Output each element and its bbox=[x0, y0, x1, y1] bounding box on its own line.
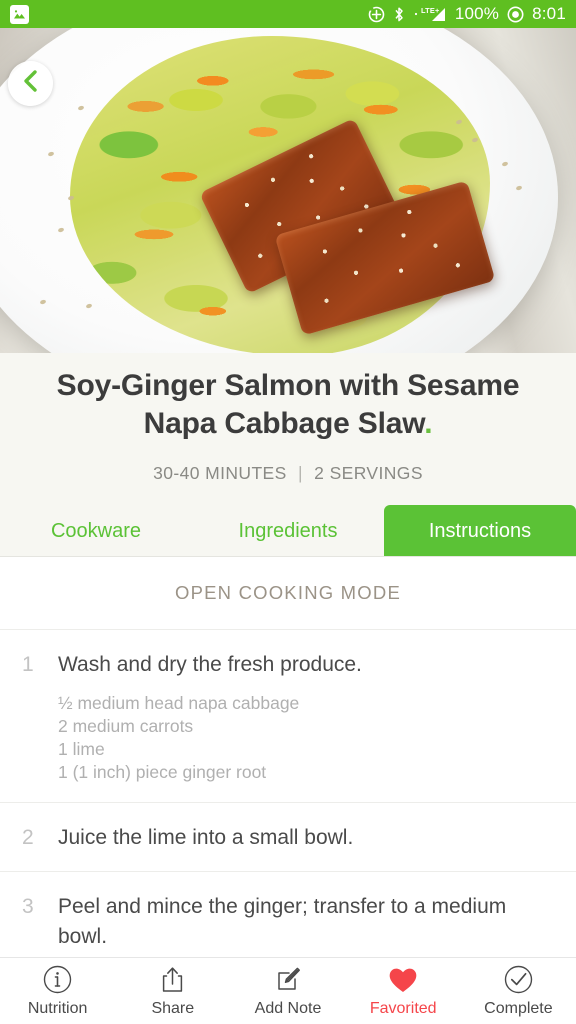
page-title: Soy-Ginger Salmon with Sesame Napa Cabba… bbox=[0, 367, 576, 443]
lte-signal-icon: LTE+ bbox=[413, 5, 447, 23]
tab-cookware[interactable]: Cookware bbox=[0, 505, 192, 557]
page-title-dot: . bbox=[424, 407, 433, 440]
tab-instructions[interactable]: Instructions bbox=[384, 505, 576, 557]
instruction-step[interactable]: 3 Peel and mince the ginger; transfer to… bbox=[0, 872, 576, 957]
nutrition-button[interactable]: Nutrition bbox=[0, 965, 115, 1018]
favorite-button[interactable]: Favorited bbox=[346, 965, 461, 1018]
back-button[interactable] bbox=[8, 61, 53, 106]
instruction-step[interactable]: 1 Wash and dry the fresh produce. ½ medi… bbox=[0, 630, 576, 803]
open-cooking-mode-button[interactable]: OPEN COOKING MODE bbox=[0, 557, 576, 630]
nutrition-label: Nutrition bbox=[27, 999, 88, 1017]
bottom-action-bar: Nutrition Share Add Note Favorited Compl bbox=[0, 957, 576, 1024]
complete-button[interactable]: Complete bbox=[461, 965, 576, 1018]
step-text: Wash and dry the fresh produce. bbox=[58, 653, 362, 676]
step-ingredient: 1 lime bbox=[58, 739, 105, 759]
tab-ingredients[interactable]: Ingredients bbox=[192, 505, 384, 557]
recipe-meta: 30-40 MINUTES | 2 SERVINGS bbox=[0, 463, 576, 484]
recipe-header: Soy-Ginger Salmon with Sesame Napa Cabba… bbox=[0, 353, 576, 505]
clock-label: 8:01 bbox=[532, 4, 566, 23]
servings-label: 2 SERVINGS bbox=[314, 463, 423, 483]
step-number: 3 bbox=[22, 895, 34, 918]
info-circle-icon bbox=[43, 965, 72, 995]
location-icon bbox=[368, 6, 385, 23]
recipe-detail-screen: LTE+ 100% 8:01 Soy-Ginger Salmon with Se… bbox=[0, 0, 576, 1024]
step-body: Wash and dry the fresh produce. ½ medium… bbox=[58, 650, 554, 784]
step-number: 1 bbox=[22, 653, 34, 676]
heart-filled-icon bbox=[387, 965, 419, 995]
cook-time-label: 30-40 MINUTES bbox=[153, 463, 287, 483]
status-bar: LTE+ 100% 8:01 bbox=[0, 0, 576, 28]
share-button[interactable]: Share bbox=[115, 965, 230, 1018]
battery-circle-icon bbox=[507, 6, 524, 23]
note-pencil-icon bbox=[274, 965, 303, 995]
instructions-panel: OPEN COOKING MODE 1 Wash and dry the fre… bbox=[0, 557, 576, 957]
step-ingredient: ½ medium head napa cabbage bbox=[58, 693, 300, 713]
favorite-label: Favorited bbox=[369, 999, 437, 1017]
step-ingredient: 1 (1 inch) piece ginger root bbox=[58, 762, 267, 782]
page-title-text: Soy-Ginger Salmon with Sesame Napa Cabba… bbox=[56, 369, 520, 440]
add-note-button[interactable]: Add Note bbox=[230, 965, 345, 1018]
svg-text:LTE+: LTE+ bbox=[421, 6, 440, 15]
step-ingredient: 2 medium carrots bbox=[58, 716, 194, 736]
status-bar-right: LTE+ 100% 8:01 bbox=[368, 4, 566, 24]
bluetooth-icon bbox=[393, 6, 405, 23]
status-bar-left bbox=[10, 4, 29, 24]
check-circle-icon bbox=[504, 965, 533, 995]
recipe-tabs: Cookware Ingredients Instructions bbox=[0, 505, 576, 557]
step-body: Juice the lime into a small bowl. bbox=[58, 823, 554, 853]
meta-separator: | bbox=[297, 463, 303, 483]
chevron-left-icon bbox=[21, 69, 40, 98]
share-icon bbox=[158, 965, 187, 995]
step-text: Juice the lime into a small bowl. bbox=[58, 826, 354, 849]
step-text: Peel and mince the ginger; transfer to a… bbox=[58, 895, 507, 948]
recipe-hero-image bbox=[0, 28, 576, 353]
step-ingredient-list: ½ medium head napa cabbage 2 medium carr… bbox=[58, 692, 554, 784]
step-number: 2 bbox=[22, 826, 34, 849]
instruction-step[interactable]: 2 Juice the lime into a small bowl. bbox=[0, 803, 576, 872]
add-note-label: Add Note bbox=[254, 999, 322, 1017]
battery-percent-label: 100% bbox=[454, 4, 500, 23]
complete-label: Complete bbox=[484, 999, 553, 1017]
share-label: Share bbox=[151, 999, 195, 1017]
step-body: Peel and mince the ginger; transfer to a… bbox=[58, 892, 554, 952]
image-screenshot-icon bbox=[10, 4, 29, 24]
